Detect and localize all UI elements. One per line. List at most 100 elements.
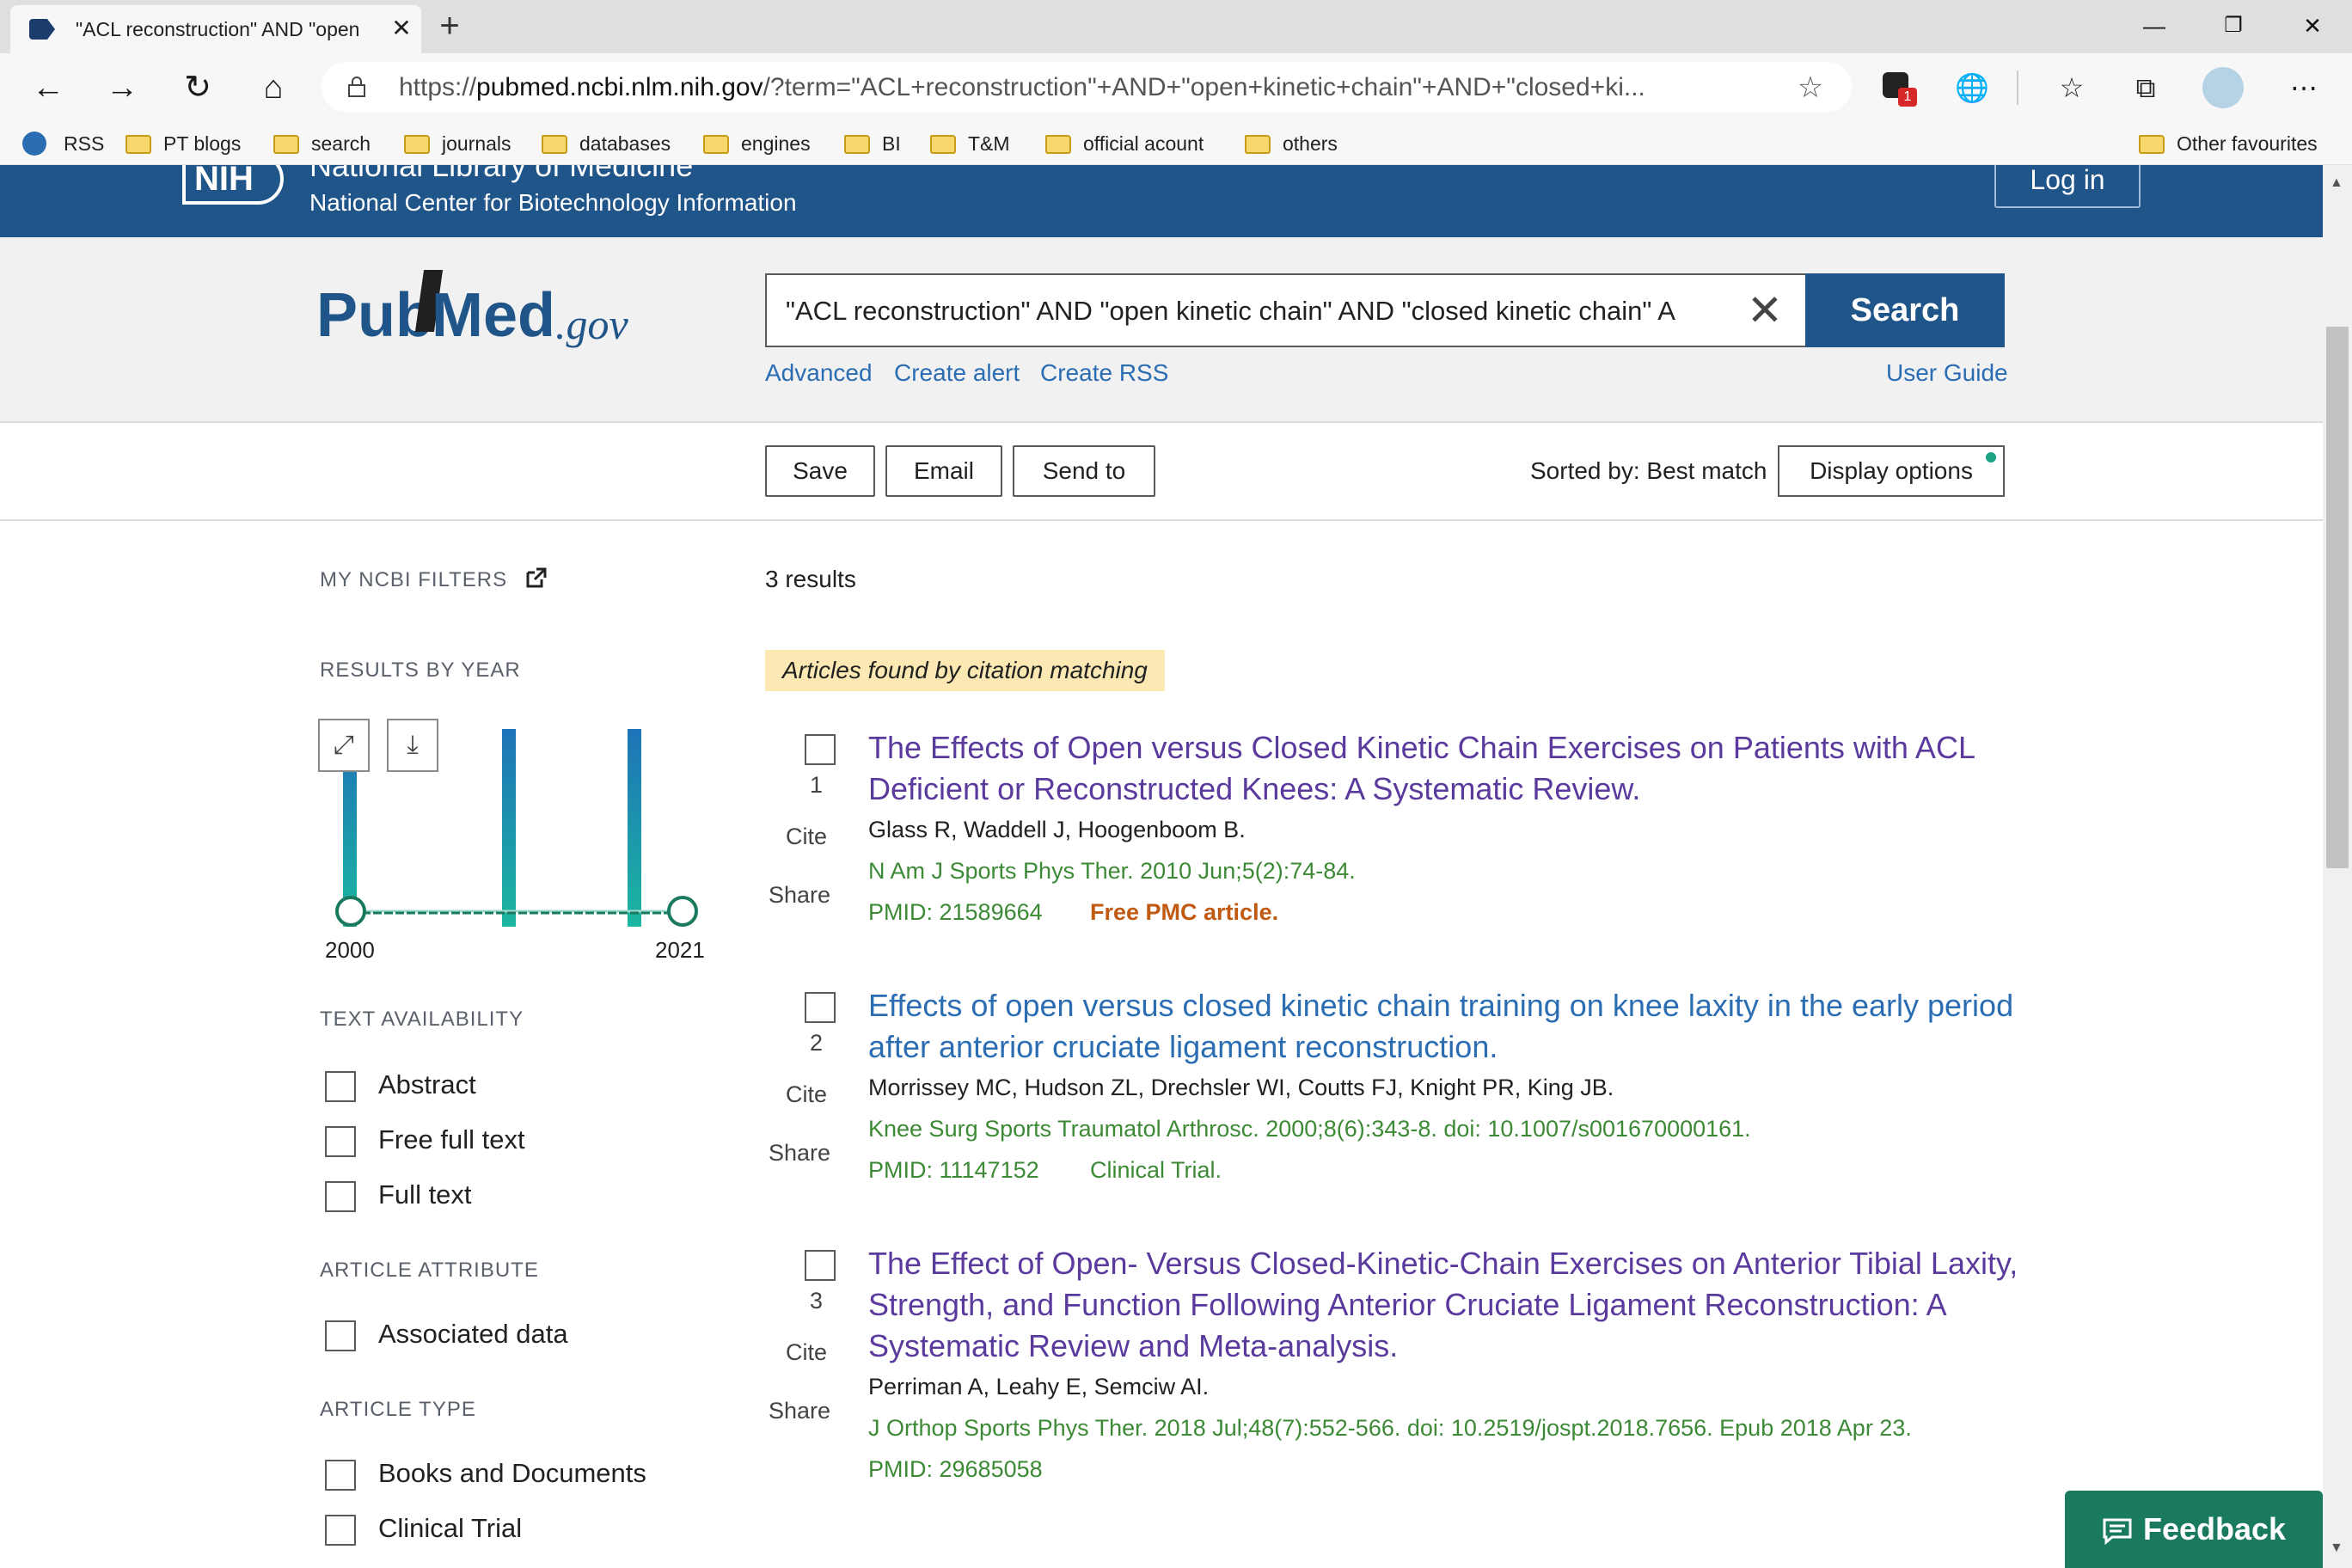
tab-close-icon[interactable]: ✕	[389, 15, 414, 41]
refresh-icon[interactable]: ↻	[172, 62, 224, 113]
browser-tab[interactable]: "ACL reconstruction" AND "open ✕	[10, 5, 421, 53]
results-by-year-chart[interactable]: ⤢ ⤓ 2000 2021	[318, 719, 714, 977]
bookmark-folder[interactable]: engines	[703, 129, 811, 158]
scrollbar-thumb[interactable]	[2326, 327, 2349, 868]
bookmark-folder[interactable]: official acount	[1045, 129, 1204, 158]
my-ncbi-filters-link[interactable]: MY NCBI FILTERS	[320, 567, 547, 592]
more-menu-icon[interactable]: ⋯	[2283, 67, 2324, 108]
bookmark-folder[interactable]: PT blogs	[126, 129, 241, 158]
forward-arrow-icon[interactable]: →	[96, 62, 148, 113]
year-histogram	[335, 729, 698, 927]
filter-associated-data[interactable]: Associated data	[325, 1319, 568, 1353]
send-to-button[interactable]: Send to	[1013, 445, 1155, 497]
back-arrow-icon[interactable]: ←	[22, 62, 74, 113]
filter-full-text[interactable]: Full text	[325, 1179, 472, 1214]
pubmed-logo[interactable]: Pub Med .gov	[316, 266, 643, 352]
search-button[interactable]: Search	[1805, 273, 2005, 347]
result-title-link[interactable]: Effects of open versus closed kinetic ch…	[868, 985, 2037, 1068]
checkbox[interactable]	[325, 1070, 356, 1102]
bookmark-folder[interactable]: journals	[404, 129, 511, 158]
filter-free-full-text[interactable]: Free full text	[325, 1124, 525, 1159]
result-checkbox[interactable]	[805, 1250, 836, 1281]
star-icon[interactable]: ☆	[1793, 70, 1828, 105]
range-end-handle[interactable]	[667, 896, 698, 927]
clinical-trial-tag: Clinical Trial.	[1090, 1157, 1222, 1183]
window-close-icon[interactable]: ✕	[2287, 9, 2338, 43]
checkbox[interactable]	[325, 1320, 356, 1351]
folder-icon	[1045, 135, 1071, 154]
bookmark-folder[interactable]: search	[273, 129, 371, 158]
search-header: Pub Med .gov ✕ Search Advanced Create al…	[0, 237, 2323, 423]
year-bar-2018[interactable]	[628, 729, 641, 927]
create-alert-link[interactable]: Create alert	[894, 359, 1020, 387]
save-button[interactable]: Save	[765, 445, 875, 497]
result-checkbox[interactable]	[805, 734, 836, 765]
search-input[interactable]	[784, 284, 1730, 339]
user-guide-link[interactable]: User Guide	[1886, 359, 2008, 387]
share-button[interactable]: Share	[769, 882, 830, 909]
globe-extension-icon[interactable]: 🌐	[1951, 67, 1993, 108]
scroll-up-icon[interactable]: ▲	[2330, 175, 2343, 191]
checkbox[interactable]	[325, 1459, 356, 1491]
bookmark-rss[interactable]: RSS	[22, 129, 104, 158]
results-action-bar: Save Email Send to Sorted by: Best match…	[0, 423, 2323, 521]
collections-icon[interactable]: ⧉	[2125, 67, 2166, 108]
new-tab-icon[interactable]: +	[430, 9, 469, 45]
bookmark-folder[interactable]: T&M	[930, 129, 1010, 158]
result-pmid: PMID: 21589664	[868, 899, 1043, 925]
cite-button[interactable]: Cite	[786, 1081, 827, 1108]
expand-icon[interactable]: ⤢	[318, 719, 370, 772]
checkbox[interactable]	[325, 1180, 356, 1212]
nih-logo[interactable]: NIH	[182, 165, 284, 205]
login-button[interactable]: Log in	[1994, 165, 2141, 208]
folder-icon	[844, 135, 870, 154]
display-options-label: Display options	[1810, 457, 1973, 484]
share-button[interactable]: Share	[769, 1140, 830, 1167]
result-title-link[interactable]: The Effect of Open- Versus Closed-Kineti…	[868, 1243, 2037, 1367]
feedback-label: Feedback	[2142, 1511, 2287, 1547]
extension-icon[interactable]: 1	[1877, 67, 1919, 108]
cite-button[interactable]: Cite	[786, 824, 827, 850]
clear-search-icon[interactable]: ✕	[1733, 284, 1797, 337]
result-number: 1	[810, 772, 824, 798]
address-bar[interactable]: https://pubmed.ncbi.nlm.nih.gov/?term="A…	[322, 62, 1852, 112]
restore-icon[interactable]: ❐	[2208, 9, 2259, 43]
folder-icon	[703, 135, 729, 154]
feedback-button[interactable]: Feedback	[2065, 1491, 2323, 1568]
cite-button[interactable]: Cite	[786, 1339, 827, 1366]
profile-avatar[interactable]	[2202, 67, 2244, 108]
result-title-link[interactable]: The Effects of Open versus Closed Kineti…	[868, 727, 2037, 810]
bookmark-folder[interactable]: others	[1245, 129, 1338, 158]
result-journal: J Orthop Sports Phys Ther. 2018 Jul;48(7…	[868, 1415, 1912, 1441]
browser-tab-strip: "ACL reconstruction" AND "open ✕ + — ❐ ✕	[0, 0, 2352, 53]
download-icon[interactable]: ⤓	[387, 719, 438, 772]
year-bar-2010[interactable]	[502, 729, 516, 927]
favorites-icon[interactable]: ☆	[2051, 67, 2092, 108]
folder-icon	[1245, 135, 1271, 154]
sorted-by-label: Sorted by: Best match	[1530, 457, 1767, 484]
checkbox[interactable]	[325, 1514, 356, 1546]
home-icon[interactable]: ⌂	[248, 62, 299, 113]
result-item: 2 Cite Share Effects of open versus clos…	[765, 985, 2141, 1200]
result-checkbox[interactable]	[805, 992, 836, 1023]
checkbox[interactable]	[325, 1125, 356, 1157]
create-rss-link[interactable]: Create RSS	[1040, 359, 1168, 387]
folder-icon	[930, 135, 956, 154]
email-button[interactable]: Email	[885, 445, 1002, 497]
minimize-icon[interactable]: —	[2128, 9, 2180, 43]
results-count: 3 results	[765, 566, 856, 592]
filter-clinical-trial[interactable]: Clinical Trial	[325, 1513, 522, 1547]
scroll-down-icon[interactable]: ▼	[2330, 1540, 2343, 1556]
display-options-button[interactable]: Display options	[1778, 445, 2005, 497]
bookmark-folder[interactable]: databases	[542, 129, 671, 158]
free-pmc-article-tag: Free PMC article.	[1090, 899, 1279, 925]
filter-books-and-documents[interactable]: Books and Documents	[325, 1458, 646, 1492]
share-button[interactable]: Share	[769, 1398, 830, 1424]
bookmark-folder[interactable]: BI	[844, 129, 901, 158]
filter-abstract[interactable]: Abstract	[325, 1069, 476, 1104]
folder-icon	[273, 135, 299, 154]
advanced-link[interactable]: Advanced	[765, 359, 873, 387]
other-favourites[interactable]: Other favourites	[2139, 129, 2318, 158]
result-item: 3 Cite Share The Effect of Open- Versus …	[765, 1243, 2141, 1501]
range-start-handle[interactable]	[335, 896, 366, 927]
